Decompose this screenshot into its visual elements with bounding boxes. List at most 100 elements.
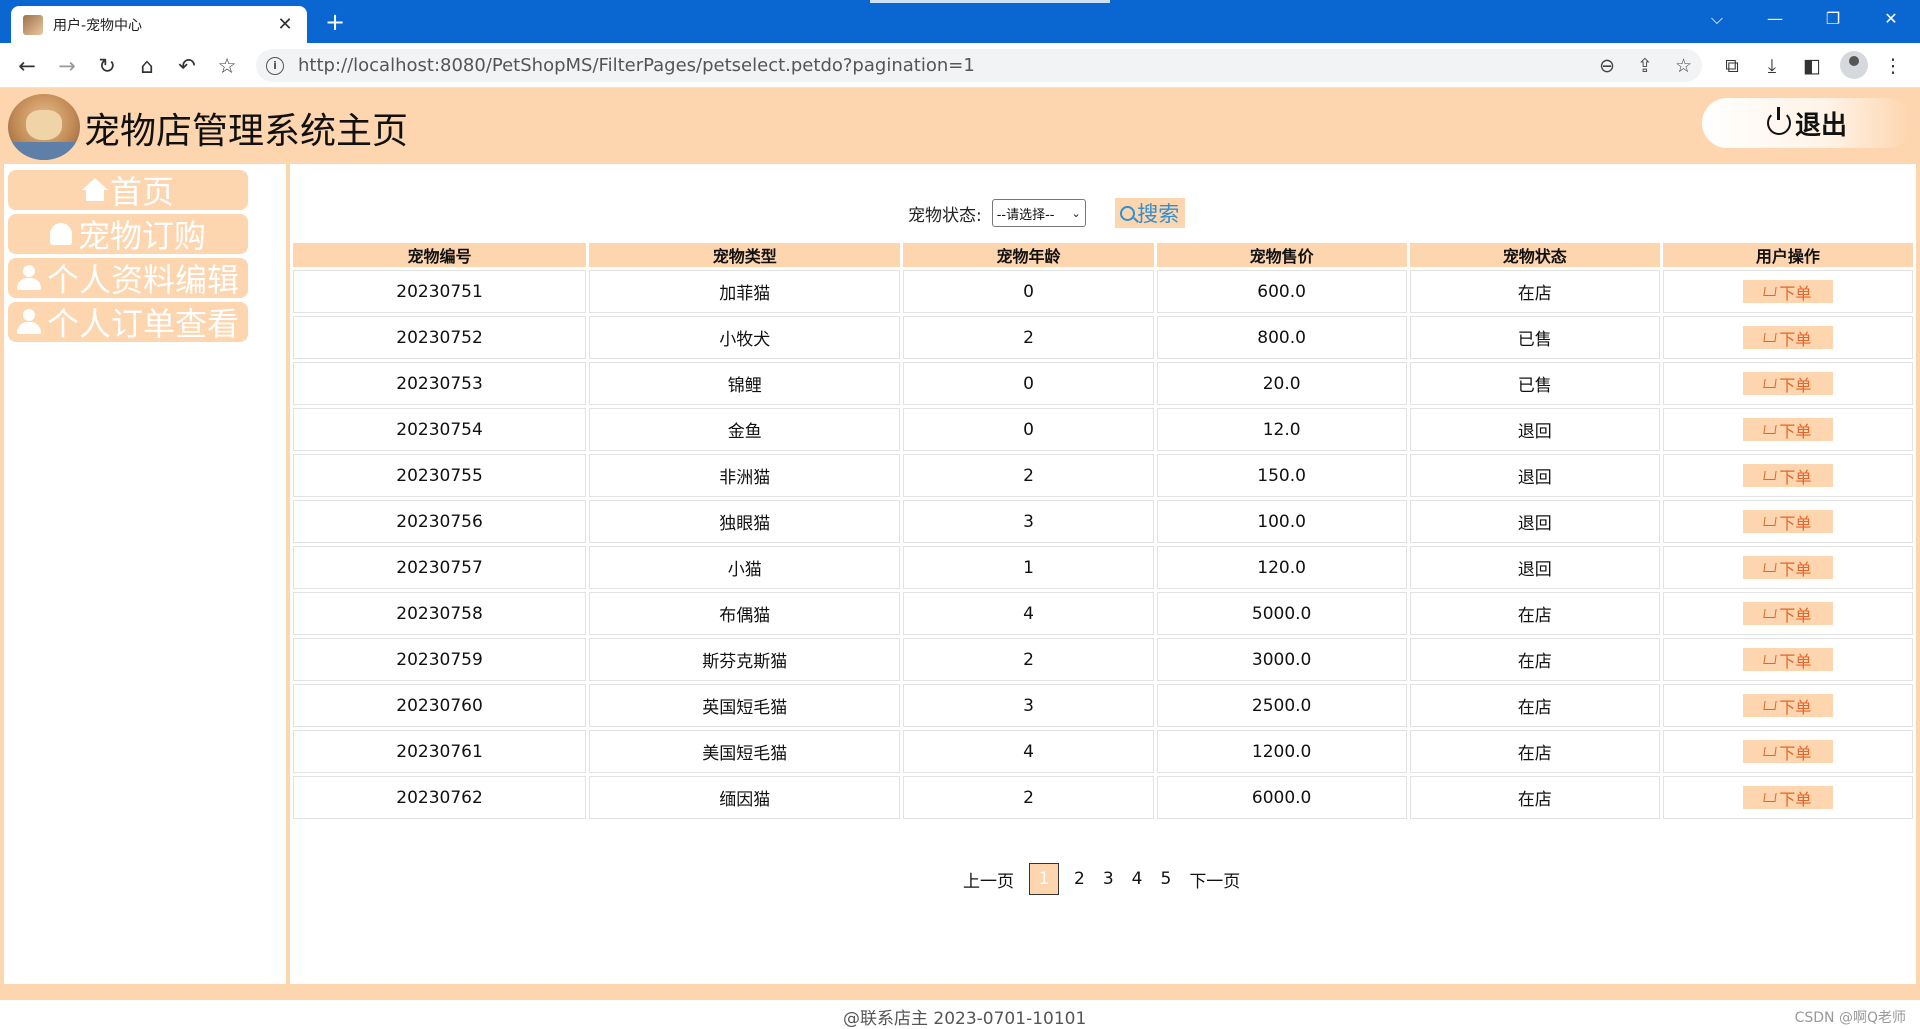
order-button[interactable]: 下单 xyxy=(1742,740,1833,763)
order-button[interactable]: 下单 xyxy=(1742,372,1833,395)
cell-pet-status: 在店 xyxy=(1409,592,1660,635)
table-row: 20230761 美国短毛猫 4 1200.0 在店 下单 xyxy=(293,730,1913,773)
menu-icon[interactable]: ⋮ xyxy=(1878,51,1908,81)
cell-pet-age: 4 xyxy=(903,592,1154,635)
url-text[interactable]: http://localhost:8080/PetShopMS/FilterPa… xyxy=(298,55,1577,76)
filter-bar: 宠物状态: --请选择-- ⌄ 搜索 xyxy=(908,198,1185,228)
order-button[interactable]: 下单 xyxy=(1742,694,1833,717)
page: 宠物店管理系统主页 退出 首页 宠物订购 个人资料编辑 个人订单查看 宠物状态:… xyxy=(0,88,1920,1029)
page-link-3[interactable]: 3 xyxy=(1103,869,1114,889)
share-icon[interactable]: ⇪ xyxy=(1637,55,1653,77)
bell-icon xyxy=(49,223,72,245)
cell-action: 下单 xyxy=(1662,316,1913,359)
prev-page-link[interactable]: 上一页 xyxy=(963,867,1014,892)
cell-pet-price: 6000.0 xyxy=(1156,776,1407,819)
order-button[interactable]: 下单 xyxy=(1742,464,1833,487)
search-button[interactable]: 搜索 xyxy=(1114,198,1185,228)
url-host: http://localhost xyxy=(298,55,434,76)
current-page[interactable]: 1 xyxy=(1029,863,1059,895)
order-button[interactable]: 下单 xyxy=(1742,510,1833,533)
cell-pet-id: 20230756 xyxy=(293,500,587,543)
sidebar-item-my-orders[interactable]: 个人订单查看 xyxy=(8,302,248,343)
sidebar-item-pet-order[interactable]: 宠物订购 xyxy=(8,214,248,255)
next-page-link[interactable]: 下一页 xyxy=(1189,867,1240,892)
order-label: 下单 xyxy=(1779,283,1812,303)
pet-table: 宠物编号 宠物类型 宠物年龄 宠物售价 宠物状态 用户操作 20230751 加菲… xyxy=(290,240,1916,822)
site-header: 宠物店管理系统主页 退出 xyxy=(0,88,1920,162)
status-select-value: --请选择-- xyxy=(996,207,1055,223)
cell-pet-id: 20230754 xyxy=(293,408,587,451)
cell-pet-age: 3 xyxy=(903,684,1154,727)
cell-action: 下单 xyxy=(1662,408,1913,451)
sidepanel-icon[interactable]: ◧ xyxy=(1797,51,1827,81)
tab-search-icon[interactable]: ⌵ xyxy=(1688,0,1746,43)
cell-pet-status: 在店 xyxy=(1409,638,1660,681)
cell-pet-type: 加菲猫 xyxy=(589,270,901,313)
order-button[interactable]: 下单 xyxy=(1742,326,1833,349)
cell-pet-price: 800.0 xyxy=(1156,316,1407,359)
order-button[interactable]: 下单 xyxy=(1742,280,1833,303)
tab-title: 用户-宠物中心 xyxy=(53,17,143,34)
sidebar-item-profile-edit[interactable]: 个人资料编辑 xyxy=(8,258,248,299)
page-link-4[interactable]: 4 xyxy=(1132,869,1143,889)
site-title: 宠物店管理系统主页 xyxy=(84,111,409,152)
profile-avatar[interactable] xyxy=(1840,51,1868,79)
status-select[interactable]: --请选择-- ⌄ xyxy=(991,199,1086,227)
sidebar-item-home[interactable]: 首页 xyxy=(8,170,248,211)
table-header-row: 宠物编号 宠物类型 宠物年龄 宠物售价 宠物状态 用户操作 xyxy=(293,243,1913,267)
cell-pet-price: 5000.0 xyxy=(1156,592,1407,635)
table-row: 20230756 独眼猫 3 100.0 退回 下单 xyxy=(293,500,1913,543)
cart-icon xyxy=(1763,793,1778,802)
crop-icon[interactable]: ⧉ xyxy=(1717,51,1747,81)
reload-icon[interactable]: ↻ xyxy=(92,51,122,81)
cell-pet-type: 非洲猫 xyxy=(589,454,901,497)
browser-tab[interactable]: 用户-宠物中心 ✕ xyxy=(11,6,307,43)
bookmark-star-icon[interactable]: ☆ xyxy=(1675,55,1692,77)
order-button[interactable]: 下单 xyxy=(1742,602,1833,625)
sidebar-item-label: 首页 xyxy=(109,173,174,211)
close-window-button[interactable]: ✕ xyxy=(1862,0,1920,43)
order-label: 下单 xyxy=(1779,697,1812,717)
cell-pet-id: 20230752 xyxy=(293,316,587,359)
table-row: 20230752 小牧犬 2 800.0 已售 下单 xyxy=(293,316,1913,359)
download-icon[interactable]: ⤓ xyxy=(1757,51,1787,81)
cell-action: 下单 xyxy=(1662,454,1913,497)
table-row: 20230755 非洲猫 2 150.0 退回 下单 xyxy=(293,454,1913,497)
table-row: 20230758 布偶猫 4 5000.0 在店 下单 xyxy=(293,592,1913,635)
cart-icon xyxy=(1763,563,1778,572)
cart-icon xyxy=(1763,655,1778,664)
page-link-5[interactable]: 5 xyxy=(1160,869,1171,889)
cart-icon xyxy=(1763,471,1778,480)
restore-button[interactable]: ❐ xyxy=(1804,0,1862,43)
cart-icon xyxy=(1763,609,1778,618)
undo-icon[interactable]: ↶ xyxy=(172,51,202,81)
pagination: 上一页 1 2 3 4 5 下一页 xyxy=(954,863,1249,895)
site-info-icon[interactable]: i xyxy=(266,56,284,75)
favorite-icon[interactable]: ☆ xyxy=(212,51,242,81)
cell-pet-status: 在店 xyxy=(1409,684,1660,727)
forward-icon[interactable]: → xyxy=(52,51,82,81)
logout-button[interactable]: 退出 xyxy=(1702,98,1912,148)
cell-action: 下单 xyxy=(1662,500,1913,543)
cell-pet-id: 20230758 xyxy=(293,592,587,635)
col-pet-type: 宠物类型 xyxy=(589,243,901,267)
cell-pet-type: 缅因猫 xyxy=(589,776,901,819)
home-icon[interactable]: ⌂ xyxy=(132,51,162,81)
order-button[interactable]: 下单 xyxy=(1742,786,1833,809)
cell-pet-age: 3 xyxy=(903,500,1154,543)
order-button[interactable]: 下单 xyxy=(1742,418,1833,441)
logo-image xyxy=(8,94,80,160)
footer-contact: @联系店主 2023-0701-10101 xyxy=(843,1009,1087,1029)
zoom-icon[interactable]: ⊖ xyxy=(1599,55,1615,77)
sidebar-item-label: 宠物订购 xyxy=(77,217,206,255)
back-icon[interactable]: ← xyxy=(12,51,42,81)
new-tab-button[interactable]: + xyxy=(325,8,345,36)
tab-close-icon[interactable]: ✕ xyxy=(275,14,295,35)
order-button[interactable]: 下单 xyxy=(1742,648,1833,671)
page-link-2[interactable]: 2 xyxy=(1074,869,1085,889)
order-button[interactable]: 下单 xyxy=(1742,556,1833,579)
cell-action: 下单 xyxy=(1662,730,1913,773)
cell-pet-type: 英国短毛猫 xyxy=(589,684,901,727)
minimize-button[interactable]: — xyxy=(1746,0,1804,43)
address-bar[interactable]: i http://localhost:8080/PetShopMS/Filter… xyxy=(256,49,1702,82)
